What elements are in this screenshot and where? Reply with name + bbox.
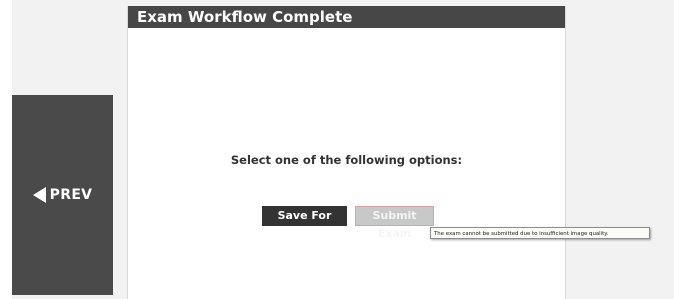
panel-title: Exam Workflow Complete xyxy=(128,6,565,28)
save-for-later-button[interactable]: Save For Later xyxy=(262,206,347,242)
prev-button[interactable]: PREV xyxy=(12,95,113,295)
prev-button-label: PREV xyxy=(49,187,93,203)
options-prompt: Select one of the following options: xyxy=(230,153,463,167)
left-gutter xyxy=(0,0,12,299)
submit-exam-button[interactable]: Submit Exam xyxy=(355,206,434,240)
exam-workflow-page: PREV Exam Workflow Complete Select one o… xyxy=(0,0,674,299)
prev-button-content: PREV xyxy=(32,187,93,203)
submit-disabled-tooltip: The exam cannot be submitted due to insu… xyxy=(430,227,650,239)
exam-complete-panel: Exam Workflow Complete Select one of the… xyxy=(127,6,566,299)
left-arrow-icon xyxy=(32,187,46,203)
